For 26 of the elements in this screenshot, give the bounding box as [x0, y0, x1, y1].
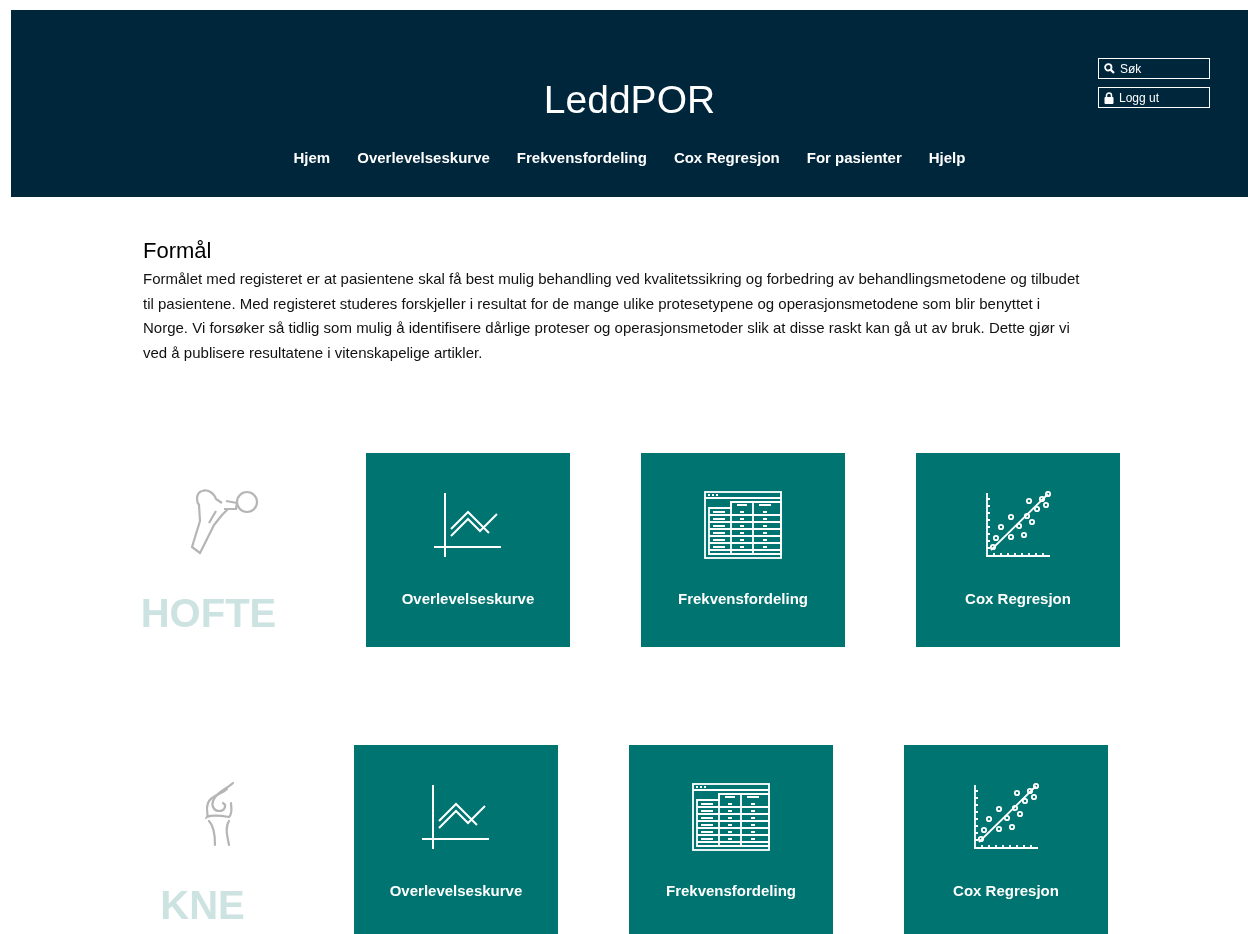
knee-joint-icon [202, 781, 237, 847]
report-tile[interactable]: Overlevelseskurve [366, 453, 570, 647]
section-heading: Formål [143, 237, 213, 265]
nav-link[interactable]: Frekvensfordeling [516, 147, 647, 170]
line-chart-icon [434, 491, 502, 559]
nav-link[interactable]: Hjelp [928, 147, 966, 170]
report-tile[interactable]: Frekvensfordeling [629, 745, 833, 934]
nav-link[interactable]: For pasienter [806, 147, 902, 170]
report-tile[interactable]: Cox Regresjon [904, 745, 1108, 934]
nav-link[interactable]: Overlevelseskurve [357, 147, 490, 170]
search-button[interactable]: Søk [1098, 58, 1210, 79]
scatter-plot-icon [984, 491, 1052, 559]
purpose-paragraph: Formålet med registeret er at pasientene skal få best mulig behandling ved kvalitetssikring og forbedring av behandlingsmetodene og tilbudet til pasientene. Med registeret studeres forskjeller i resultat for de mange ulike protesetypene og operasjonsmetodene som blir benyttet i Norge. Vi forsøker så tidlig som mulig å identifisere dårlige proteser og operasjonsmetoder slik at disse raskt kan gå ut av bruk. Dette gjør vi ved å publisere resultatene i vitenskapelige artikler. [143, 269, 1081, 363]
report-tile[interactable]: Overlevelseskurve [354, 745, 558, 934]
nav-link[interactable]: Hjem [293, 147, 331, 170]
logout-button[interactable]: Logg ut [1098, 87, 1210, 108]
report-tile[interactable]: Cox Regresjon [916, 453, 1120, 647]
report-tile[interactable]: Frekvensfordeling [641, 453, 845, 647]
table-icon [704, 491, 782, 559]
scatter-plot-icon [972, 783, 1040, 851]
lock-icon [1104, 91, 1114, 104]
site-title: LeddPOR [543, 78, 716, 122]
table-icon [692, 783, 770, 851]
nav-link[interactable]: Cox Regresjon [673, 147, 780, 170]
search-icon [1104, 63, 1115, 74]
line-chart-icon [422, 783, 490, 851]
